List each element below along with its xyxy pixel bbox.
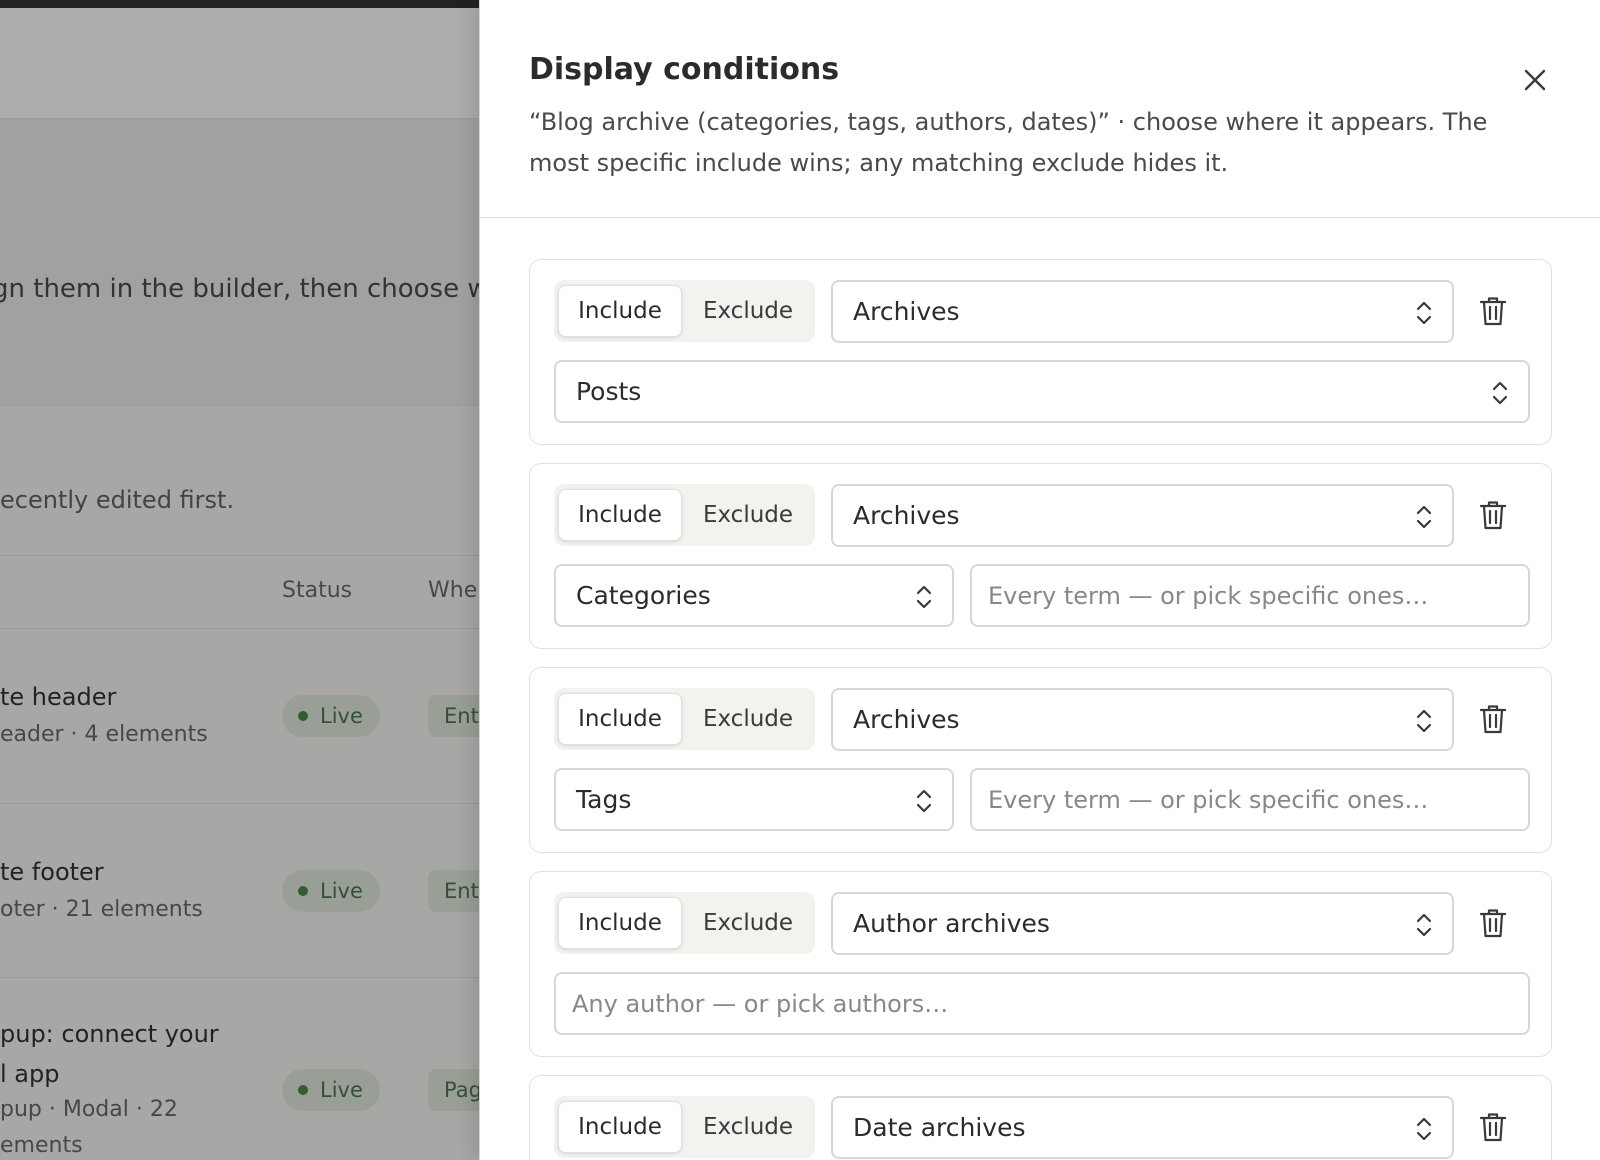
condition-type-select[interactable]: Archives <box>831 280 1454 343</box>
condition-type-select[interactable]: Archives <box>831 484 1454 547</box>
taxonomy-select[interactable]: Categories <box>554 564 954 627</box>
post-type-select[interactable]: Posts <box>554 360 1530 423</box>
close-button[interactable] <box>1515 60 1555 100</box>
select-value: Archives <box>853 501 960 530</box>
select-value: Date archives <box>853 1113 1026 1142</box>
include-button[interactable]: Include <box>558 693 682 745</box>
taxonomy-select[interactable]: Tags <box>554 768 954 831</box>
chevron-updown-icon <box>1416 709 1432 733</box>
include-exclude-toggle: Include Exclude <box>554 688 815 750</box>
condition-type-select[interactable]: Author archives <box>831 892 1454 955</box>
exclude-button[interactable]: Exclude <box>686 897 810 949</box>
select-value: Archives <box>853 297 960 326</box>
trash-icon <box>1479 297 1507 326</box>
condition-rule: Include Exclude Archives Categories <box>529 463 1552 649</box>
drawer-header: Display conditions “Blog archive (catego… <box>480 0 1600 218</box>
exclude-button[interactable]: Exclude <box>686 693 810 745</box>
include-exclude-toggle: Include Exclude <box>554 892 815 954</box>
include-button[interactable]: Include <box>558 1101 682 1153</box>
exclude-button[interactable]: Exclude <box>686 489 810 541</box>
trash-icon <box>1479 501 1507 530</box>
include-button[interactable]: Include <box>558 285 682 337</box>
author-picker-input[interactable] <box>554 972 1530 1035</box>
modal-scrim[interactable] <box>0 0 480 1160</box>
exclude-button[interactable]: Exclude <box>686 1101 810 1153</box>
trash-icon <box>1479 909 1507 938</box>
include-exclude-toggle: Include Exclude <box>554 484 815 546</box>
chevron-updown-icon <box>916 789 932 813</box>
chevron-updown-icon <box>1416 505 1432 529</box>
condition-rule: Include Exclude Archives Posts <box>529 259 1552 445</box>
delete-rule-button[interactable] <box>1476 294 1510 328</box>
trash-icon <box>1479 705 1507 734</box>
include-button[interactable]: Include <box>558 489 682 541</box>
condition-type-select[interactable]: Date archives <box>831 1096 1454 1159</box>
trash-icon <box>1479 1113 1507 1142</box>
condition-rule: Include Exclude Author archives <box>529 871 1552 1057</box>
term-picker-input[interactable] <box>970 768 1530 831</box>
include-exclude-toggle: Include Exclude <box>554 1096 815 1158</box>
delete-rule-button[interactable] <box>1476 498 1510 532</box>
close-icon <box>1524 69 1546 91</box>
drawer-title: Display conditions <box>529 52 840 87</box>
chevron-updown-icon <box>1416 913 1432 937</box>
delete-rule-button[interactable] <box>1476 1110 1510 1144</box>
condition-rule: Include Exclude Date archives <box>529 1075 1552 1160</box>
delete-rule-button[interactable] <box>1476 906 1510 940</box>
condition-type-select[interactable]: Archives <box>831 688 1454 751</box>
include-exclude-toggle: Include Exclude <box>554 280 815 342</box>
select-value: Categories <box>576 581 711 610</box>
select-value: Archives <box>853 705 960 734</box>
term-picker-input[interactable] <box>970 564 1530 627</box>
drawer-description: “Blog archive (categories, tags, authors… <box>529 108 1488 177</box>
exclude-button[interactable]: Exclude <box>686 285 810 337</box>
delete-rule-button[interactable] <box>1476 702 1510 736</box>
select-value: Tags <box>576 785 632 814</box>
condition-rule: Include Exclude Archives Tags <box>529 667 1552 853</box>
select-value: Posts <box>576 377 642 406</box>
chevron-updown-icon <box>916 585 932 609</box>
chevron-updown-icon <box>1492 381 1508 405</box>
background-page: gn them in the builder, then choose wh e… <box>0 0 480 1160</box>
chevron-updown-icon <box>1416 301 1432 325</box>
chevron-updown-icon <box>1416 1117 1432 1141</box>
include-button[interactable]: Include <box>558 897 682 949</box>
select-value: Author archives <box>853 909 1050 938</box>
display-conditions-drawer: Display conditions “Blog archive (catego… <box>479 0 1600 1160</box>
